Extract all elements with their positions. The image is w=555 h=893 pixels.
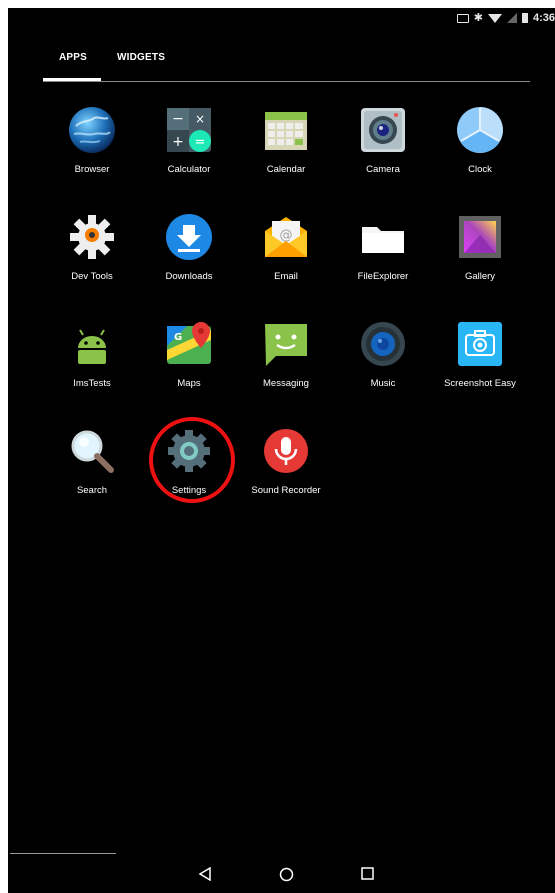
- app-fileexplorer[interactable]: FileExplorer: [334, 213, 432, 303]
- app-label: Music: [370, 378, 396, 389]
- svg-text:−: −: [172, 111, 184, 127]
- status-time: 4:36: [532, 12, 555, 24]
- tab-apps[interactable]: APPS: [59, 52, 87, 63]
- music-speaker-icon: [359, 320, 407, 368]
- wifi-icon: [487, 13, 502, 23]
- folder-icon: [359, 213, 407, 261]
- app-label: Clock: [468, 164, 492, 175]
- clock-icon: [456, 106, 504, 154]
- calendar-icon: [262, 106, 310, 154]
- app-dev-tools[interactable]: Dev Tools: [43, 213, 141, 303]
- app-music[interactable]: Music: [334, 320, 432, 410]
- svg-text:=: =: [195, 135, 206, 150]
- calculator-icon: − × + =: [165, 106, 213, 154]
- screenshot-camera-icon: [456, 320, 504, 368]
- cast-icon: [456, 13, 469, 23]
- app-label: FileExplorer: [357, 271, 409, 282]
- app-label: Dev Tools: [71, 271, 113, 282]
- app-downloads[interactable]: Downloads: [140, 213, 238, 303]
- app-screenshot-easy[interactable]: Screenshot Easy: [431, 320, 529, 410]
- app-calendar[interactable]: Calendar: [237, 106, 335, 196]
- app-browser[interactable]: Browser: [43, 106, 141, 196]
- app-label: Camera: [366, 164, 400, 175]
- dev-tools-gear-icon: [68, 213, 116, 261]
- android-robot-icon: [68, 320, 116, 368]
- recents-icon[interactable]: [361, 867, 374, 880]
- svg-text:×: ×: [195, 112, 205, 126]
- app-label: Messaging: [263, 378, 309, 389]
- svg-text:+: +: [172, 134, 184, 150]
- app-search[interactable]: Search: [43, 427, 141, 517]
- app-label: Sound Recorder: [251, 485, 321, 496]
- app-label: Gallery: [464, 271, 496, 282]
- app-sound-recorder[interactable]: Sound Recorder: [237, 427, 335, 517]
- app-calculator[interactable]: − × + = Calculator: [140, 106, 238, 196]
- bluetooth-icon: ✱: [473, 12, 483, 24]
- app-drawer-screen: ✱ 4:36 APPS WIDGETS Browser − × + = Calc…: [8, 8, 555, 893]
- microphone-icon: [262, 427, 310, 475]
- tab-divider: [43, 81, 530, 82]
- app-label: ImsTests: [73, 378, 111, 389]
- back-icon[interactable]: [198, 867, 212, 881]
- app-label: Downloads: [165, 271, 213, 282]
- app-email[interactable]: @ Email: [237, 213, 335, 303]
- app-maps[interactable]: G Maps: [140, 320, 238, 410]
- app-label: Browser: [74, 164, 110, 175]
- settings-highlight-ring: [149, 417, 235, 503]
- app-imstests[interactable]: ImsTests: [43, 320, 141, 410]
- app-messaging[interactable]: Messaging: [237, 320, 335, 410]
- maps-icon: G: [165, 320, 213, 368]
- email-envelope-icon: @: [262, 213, 310, 261]
- drawer-tabs: APPS WIDGETS: [43, 52, 530, 82]
- status-bar: ✱ 4:36: [8, 8, 555, 28]
- battery-icon: [521, 13, 528, 23]
- app-clock[interactable]: Clock: [431, 106, 529, 196]
- app-label: Email: [274, 271, 298, 282]
- gallery-icon: [456, 213, 504, 261]
- download-icon: [165, 213, 213, 261]
- app-label: Calendar: [266, 164, 306, 175]
- app-camera[interactable]: Camera: [334, 106, 432, 196]
- camera-icon: [359, 106, 407, 154]
- browser-globe-icon: [68, 106, 116, 154]
- messaging-icon: [262, 320, 310, 368]
- app-label: Search: [76, 485, 108, 496]
- svg-text:G: G: [174, 332, 182, 343]
- home-icon[interactable]: [279, 867, 294, 882]
- tab-widgets[interactable]: WIDGETS: [117, 52, 165, 63]
- app-label: Calculator: [167, 164, 211, 175]
- svg-text:@: @: [280, 228, 293, 243]
- magnifier-icon: [68, 427, 116, 475]
- nav-divider: [10, 853, 116, 854]
- app-gallery[interactable]: Gallery: [431, 213, 529, 303]
- app-label: Screenshot Easy: [444, 378, 516, 389]
- app-label: Maps: [177, 378, 201, 389]
- signal-icon: [506, 13, 517, 23]
- navigation-bar: [8, 853, 555, 893]
